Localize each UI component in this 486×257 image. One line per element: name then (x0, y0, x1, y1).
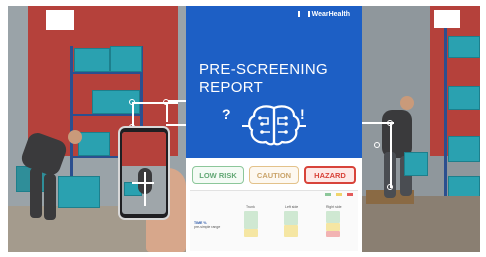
column-header: Right side (326, 205, 342, 209)
column-header: Left side (285, 205, 299, 209)
skeleton-line (132, 182, 154, 184)
worker-leg (44, 174, 56, 220)
red-wall (430, 6, 480, 156)
connector-line (362, 122, 388, 124)
worker-torso (382, 110, 412, 158)
question-mark: ? (222, 106, 231, 122)
report-header-panel: WearHealth PRE-SCREENING REPORT ? ! (186, 6, 362, 158)
lifted-crate (58, 176, 100, 208)
storage-crate (78, 132, 110, 156)
wall-sign (46, 10, 74, 30)
storage-crate (74, 48, 110, 72)
table-legend (325, 193, 354, 196)
wearhealth-logo-icon (297, 11, 310, 18)
storage-crate (448, 36, 480, 58)
low-risk-badge: LOW RISK (192, 166, 244, 184)
shelf-post (444, 26, 447, 196)
skeleton-line (132, 102, 178, 104)
worker-head (68, 130, 82, 144)
joint-marker (387, 184, 393, 190)
report-title: PRE-SCREENING REPORT (199, 61, 328, 97)
yellow-cell (244, 229, 258, 237)
skeleton-line (390, 122, 392, 188)
phone-camera-view (122, 132, 166, 214)
caution-badge: CAUTION (249, 166, 299, 184)
worker-leg (30, 168, 42, 218)
floor (360, 196, 480, 252)
report-title-line2: REPORT (199, 79, 264, 96)
column-header: Trunk (246, 205, 255, 209)
worker-head (400, 96, 414, 110)
green-cell (244, 211, 258, 229)
row-label: TIME % pre-simple range (194, 221, 221, 229)
legend-item (347, 193, 354, 196)
legend-item (336, 193, 343, 196)
skeleton-line (144, 172, 146, 206)
shelf-board (70, 72, 143, 74)
pre-screening-report: WearHealth PRE-SCREENING REPORT ? ! LOW … (186, 6, 362, 252)
report-title-line1: PRE-SCREENING (199, 61, 328, 78)
yellow-cell (284, 225, 298, 237)
yellow-cell (326, 223, 340, 231)
storage-crate (448, 86, 480, 110)
storage-crate (110, 46, 142, 72)
storage-crate (448, 136, 480, 162)
green-cell (284, 211, 298, 225)
smartphone (118, 126, 170, 220)
brain-circuit-icon (242, 105, 306, 146)
composite-figure: WearHealth PRE-SCREENING REPORT ? ! LOW … (0, 0, 486, 257)
green-cell (326, 211, 340, 223)
joint-marker (129, 99, 135, 105)
hazard-badge: HAZARD (304, 166, 356, 184)
posture-results-table: Trunk Left side Right side TIME % pre-si… (190, 190, 358, 251)
red-wall (122, 132, 166, 166)
risk-level-selector: LOW RISK CAUTION HAZARD (192, 166, 356, 186)
legend-item (325, 193, 332, 196)
right-warehouse-photo (360, 6, 480, 252)
red-cell (326, 231, 340, 237)
wall-sign (434, 10, 460, 28)
brand-logo: WearHealth (297, 11, 350, 18)
joint-marker (374, 142, 380, 148)
skeleton-line (166, 102, 168, 122)
lifted-crate (404, 152, 428, 176)
